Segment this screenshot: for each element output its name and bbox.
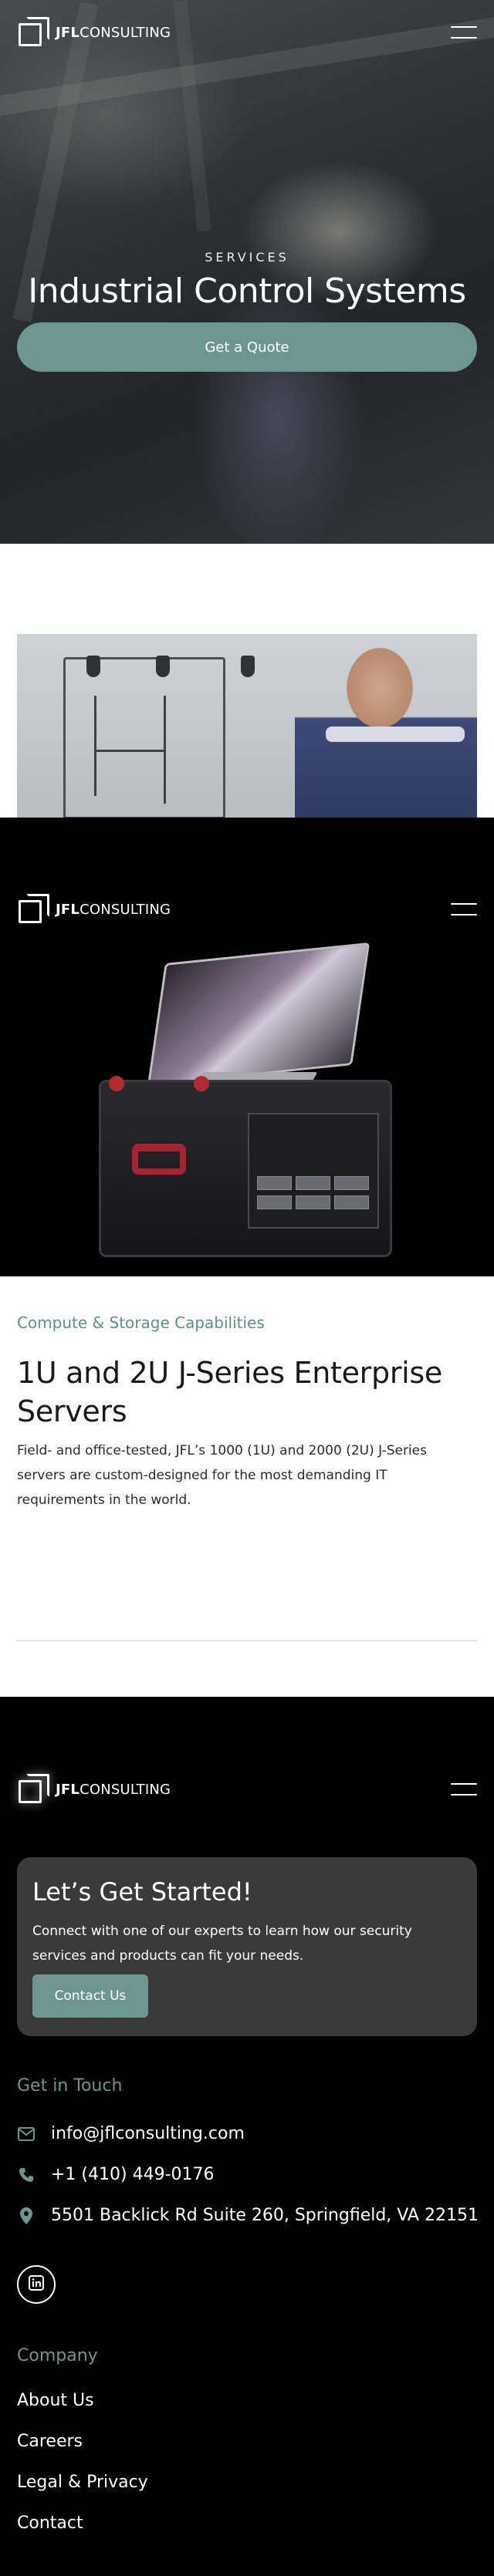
engineer-figure: [295, 634, 477, 818]
linkedin-icon: [29, 2275, 44, 2294]
footer-link-legal-privacy[interactable]: Legal & Privacy: [17, 2473, 148, 2492]
section-eyebrow: Compute & Storage Capabilities: [17, 1313, 265, 1332]
contact-email[interactable]: info@jflconsulting.com: [17, 2124, 245, 2143]
menu-hamburger-icon[interactable]: [451, 1783, 477, 1795]
divider: [17, 1640, 477, 1641]
company-heading: Company: [17, 2346, 98, 2365]
hero-section: JFLCONSULTING SERVICES Industrial Contro…: [0, 0, 494, 544]
contact-us-button[interactable]: Contact Us: [32, 1974, 148, 2018]
cta-card: Let’s Get Started! Connect with one of o…: [17, 1857, 477, 2036]
map-pin-icon: [17, 2207, 36, 2225]
logo-mark-icon: [17, 15, 51, 49]
logo-text: JFLCONSULTING: [56, 1781, 171, 1798]
cta-title: Let’s Get Started!: [32, 1877, 252, 1907]
drive-slot: [334, 1195, 369, 1209]
panel-lamp: [241, 656, 255, 677]
logo-text: JFLCONSULTING: [56, 901, 171, 918]
worker-photo: [17, 634, 477, 818]
engineer-collar: [326, 727, 465, 742]
logo-mark-icon: [17, 1772, 51, 1806]
phone-text: +1 (410) 449-0176: [51, 2165, 215, 2184]
logo-text: JFLCONSULTING: [56, 24, 171, 41]
drive-slot: [296, 1195, 330, 1209]
rugged-server-case-image: [99, 1076, 392, 1257]
hero-eyebrow: SERVICES: [205, 250, 289, 265]
footer-link-about-us[interactable]: About Us: [17, 2391, 94, 2410]
email-text: info@jflconsulting.com: [51, 2124, 245, 2143]
address-text: 5501 Backlick Rd Suite 260, Springfield,…: [51, 2206, 479, 2225]
section-description: Field- and office-tested, JFL’s 1000 (1U…: [17, 1443, 427, 1508]
site-header: JFLCONSULTING: [17, 892, 477, 926]
get-in-touch-heading: Get in Touch: [17, 2076, 123, 2096]
panel-pipe: [94, 750, 164, 752]
site-header: JFLCONSULTING: [17, 1772, 477, 1806]
drive-slot: [257, 1176, 292, 1190]
case-latch: [109, 1076, 124, 1091]
get-a-quote-button[interactable]: Get a Quote: [17, 322, 477, 372]
panel-pipe: [164, 696, 166, 804]
cta-description: Connect with one of our experts to learn…: [32, 1924, 412, 1964]
drive-slot: [257, 1195, 292, 1209]
case-handle: [132, 1144, 186, 1175]
contact-phone[interactable]: +1 (410) 449-0176: [17, 2165, 215, 2184]
case-latch: [194, 1076, 209, 1091]
logo-mark-icon: [17, 892, 51, 926]
contact-address[interactable]: 5501 Backlick Rd Suite 260, Springfield,…: [17, 2206, 479, 2225]
product-showcase: JFLCONSULTING: [0, 818, 494, 1276]
linkedin-button[interactable]: [17, 2265, 56, 2304]
footer-link-contact[interactable]: Contact: [17, 2514, 83, 2533]
site-header: JFLCONSULTING: [17, 15, 477, 49]
servers-section: Compute & Storage Capabilities 1U and 2U…: [17, 1276, 477, 1697]
mail-icon: [17, 2125, 36, 2143]
menu-hamburger-icon[interactable]: [451, 26, 477, 39]
page-title: Industrial Control Systems: [28, 271, 466, 311]
site-logo[interactable]: JFLCONSULTING: [17, 892, 171, 926]
section-title: 1U and 2U J-Series Enterprise Servers: [17, 1356, 442, 1428]
drive-slot: [334, 1176, 369, 1190]
phone-icon: [17, 2166, 36, 2184]
footer-link-careers[interactable]: Careers: [17, 2432, 83, 2451]
site-footer: JFLCONSULTING Let’s Get Started! Connect…: [0, 1697, 494, 2576]
panel-lamp: [156, 656, 170, 677]
drive-slot: [296, 1176, 330, 1190]
control-panel-background: [63, 657, 225, 818]
panel-pipe: [94, 696, 96, 796]
panel-lamp: [86, 656, 100, 677]
server-bay: [248, 1113, 379, 1229]
site-logo[interactable]: JFLCONSULTING: [17, 1772, 171, 1806]
menu-hamburger-icon[interactable]: [451, 903, 477, 915]
rugged-laptop-screen: [147, 942, 370, 1087]
site-logo[interactable]: JFLCONSULTING: [17, 15, 171, 49]
